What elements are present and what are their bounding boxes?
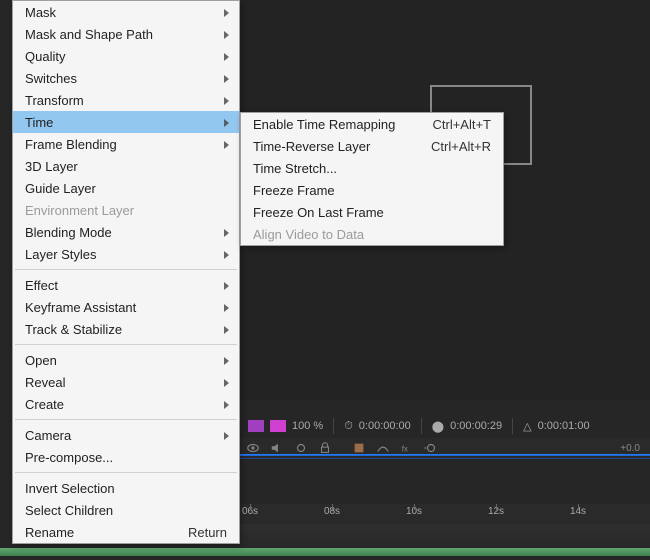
label-icon[interactable] [352, 441, 366, 455]
submenu-arrow-icon [224, 397, 229, 412]
menu-item-reveal[interactable]: Reveal [13, 371, 239, 393]
submenu-arrow-icon [224, 49, 229, 64]
delta-icon: △ [523, 420, 531, 433]
time-duration: 0:00:00:29 [450, 420, 502, 432]
menu-item-switches[interactable]: Switches [13, 67, 239, 89]
submenu-arrow-icon [224, 27, 229, 42]
submenu-arrow-icon [224, 322, 229, 337]
menu-item-frame-blending[interactable]: Frame Blending [13, 133, 239, 155]
preview-toolbar: 100 % ⏱ 0:00:00:00 ⬤ 0:00:00:29 △ 0:00:0… [240, 414, 650, 438]
menu-item-blending-mode[interactable]: Blending Mode [13, 221, 239, 243]
submenu-arrow-icon [224, 5, 229, 20]
menu-item-quality[interactable]: Quality [13, 45, 239, 67]
eye-icon[interactable] [246, 441, 260, 455]
submenu-arrow-icon [224, 115, 229, 130]
fx-icon[interactable]: fx [400, 441, 414, 455]
time-icon: ⏱ [344, 420, 353, 433]
timeline-ruler[interactable]: 06s08s10s12s14s [240, 504, 650, 524]
submenu-arrow-icon [224, 225, 229, 240]
menu-item-select-children[interactable]: Select Children [13, 499, 239, 521]
menu-item-create[interactable]: Create [13, 393, 239, 415]
motion-blur-icon[interactable] [424, 441, 438, 455]
speaker-icon[interactable] [270, 441, 284, 455]
cache-bar [0, 548, 650, 556]
submenu-item-freeze-on-last-frame[interactable]: Freeze On Last Frame [241, 201, 503, 223]
menu-item-pre-compose-[interactable]: Pre-compose... [13, 446, 239, 468]
menu-item-camera[interactable]: Camera [13, 424, 239, 446]
submenu-item-time-stretch-[interactable]: Time Stretch... [241, 157, 503, 179]
zoom-value[interactable]: 100 % [292, 420, 323, 432]
time-current[interactable]: 0:00:00:00 [359, 420, 411, 432]
lock-icon[interactable] [318, 441, 332, 455]
menu-shortcut: Return [188, 525, 227, 540]
menu-shortcut: Ctrl+Alt+R [431, 139, 491, 154]
menu-item-transform[interactable]: Transform [13, 89, 239, 111]
menu-item-open[interactable]: Open [13, 349, 239, 371]
menu-item-3d-layer[interactable]: 3D Layer [13, 155, 239, 177]
menu-item-effect[interactable]: Effect [13, 274, 239, 296]
submenu-arrow-icon [224, 375, 229, 390]
solo-icon[interactable] [294, 441, 308, 455]
submenu-arrow-icon [224, 278, 229, 293]
menu-item-mask-and-shape-path[interactable]: Mask and Shape Path [13, 23, 239, 45]
timeline-workarea-bar[interactable] [240, 454, 650, 456]
submenu-arrow-icon [224, 300, 229, 315]
submenu-item-freeze-frame[interactable]: Freeze Frame [241, 179, 503, 201]
full-icon: ⬤ [432, 420, 444, 433]
time-submenu: Enable Time RemappingCtrl+Alt+TTime-Reve… [240, 112, 504, 246]
menu-item-environment-layer: Environment Layer [13, 199, 239, 221]
time-delta: 0:00:01:00 [538, 420, 590, 432]
color-swatch[interactable] [248, 420, 264, 432]
menu-item-layer-styles[interactable]: Layer Styles [13, 243, 239, 265]
layer-context-menu: MaskMask and Shape PathQualitySwitchesTr… [12, 0, 240, 544]
submenu-item-enable-time-remapping[interactable]: Enable Time RemappingCtrl+Alt+T [241, 113, 503, 135]
shy-icon[interactable] [376, 441, 390, 455]
time-offset: +0.0 [620, 443, 640, 454]
menu-item-invert-selection[interactable]: Invert Selection [13, 477, 239, 499]
submenu-arrow-icon [224, 71, 229, 86]
menu-shortcut: Ctrl+Alt+T [432, 117, 491, 132]
menu-item-guide-layer[interactable]: Guide Layer [13, 177, 239, 199]
submenu-arrow-icon [224, 247, 229, 262]
menu-item-mask[interactable]: Mask [13, 1, 239, 23]
menu-item-rename[interactable]: RenameReturn [13, 521, 239, 543]
menu-item-time[interactable]: Time [13, 111, 239, 133]
menu-item-track-stabilize[interactable]: Track & Stabilize [13, 318, 239, 340]
submenu-item-align-video-to-data: Align Video to Data [241, 223, 503, 245]
submenu-arrow-icon [224, 353, 229, 368]
menu-item-keyframe-assistant[interactable]: Keyframe Assistant [13, 296, 239, 318]
color-swatch[interactable] [270, 420, 286, 432]
submenu-item-time-reverse-layer[interactable]: Time-Reverse LayerCtrl+Alt+R [241, 135, 503, 157]
svg-text:fx: fx [402, 445, 408, 454]
timeline-workarea-bar-shadow [240, 458, 650, 459]
submenu-arrow-icon [224, 137, 229, 152]
submenu-arrow-icon [224, 93, 229, 108]
submenu-arrow-icon [224, 428, 229, 443]
